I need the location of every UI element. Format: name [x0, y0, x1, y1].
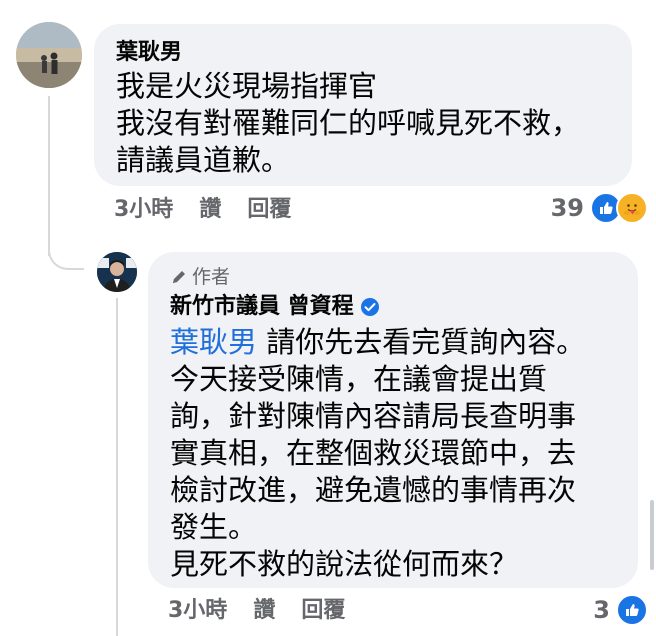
beach-photo-icon	[16, 22, 82, 88]
like-button[interactable]: 讚	[253, 596, 275, 626]
author-badge: 作者	[170, 264, 616, 290]
reply-button[interactable]: 回覆	[247, 195, 291, 225]
verified-badge-icon	[360, 298, 379, 316]
reply-timestamp[interactable]: 3小時	[168, 596, 227, 626]
reply-author-name[interactable]: 新竹市議員 曾資程	[170, 292, 354, 322]
reaction-summary[interactable]: 3	[593, 594, 648, 626]
reply-text-body: 請你先去看完質詢內容。 今天接受陳情，在議會提出質 詢，針對陳情內容請局長查明事…	[170, 325, 586, 581]
comment-timestamp[interactable]: 3小時	[114, 195, 173, 225]
commenter-avatar[interactable]	[16, 22, 82, 88]
like-button[interactable]: 讚	[199, 195, 221, 225]
reply-text: 葉耿男 請你先去看完質詢內容。 今天接受陳情，在議會提出質 詢，針對陳情內容請局…	[170, 324, 616, 583]
like-icon	[616, 594, 648, 626]
reaction-summary[interactable]: 39	[551, 192, 648, 224]
author-avatar[interactable]	[97, 252, 137, 292]
thread-line	[48, 96, 50, 256]
pencil-icon	[173, 271, 185, 283]
mention-link[interactable]: 葉耿男	[170, 325, 257, 359]
author-badge-label: 作者	[192, 266, 231, 288]
reply-button[interactable]: 回覆	[301, 596, 345, 626]
reply-actions: 3小時 讚 回覆	[168, 596, 345, 626]
reaction-count: 3	[593, 596, 610, 624]
scrollbar[interactable]	[650, 500, 654, 570]
care-icon	[616, 192, 648, 224]
reply-bubble: 作者 新竹市議員 曾資程 葉耿男 請你先去看完質詢內容。 今天接受陳情，在議會提…	[148, 252, 638, 588]
reaction-count: 39	[550, 194, 584, 222]
thread-line-reply	[116, 298, 118, 636]
comment-bubble: 葉耿男 我是火災現場指揮官 我沒有對罹難同仁的呼喊見死不救， 請議員道歉。	[94, 24, 632, 186]
thread-reply-connector	[48, 236, 84, 270]
comment-text: 我是火災現場指揮官 我沒有對罹難同仁的呼喊見死不救， 請議員道歉。	[116, 69, 581, 177]
person-photo-icon	[97, 252, 137, 292]
comment-actions: 3小時 讚 回覆	[114, 195, 291, 225]
comment-author-name[interactable]: 葉耿男	[116, 38, 610, 68]
